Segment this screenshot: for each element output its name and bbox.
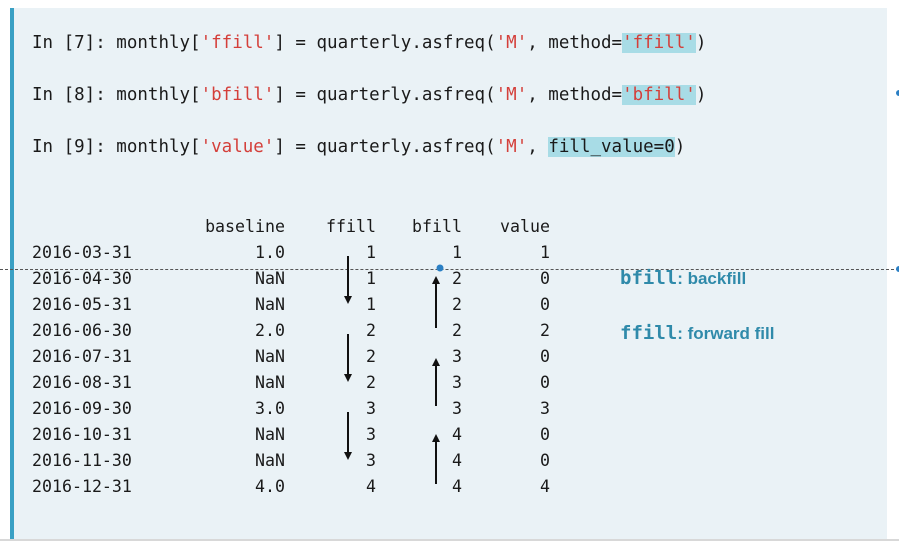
bfill-annotation: bfill: backfill bbox=[620, 267, 747, 289]
fill-arrows bbox=[344, 90, 899, 484]
ffill-annotation: ffill: forward fill bbox=[620, 322, 775, 344]
marker-dot-center bbox=[436, 264, 444, 272]
